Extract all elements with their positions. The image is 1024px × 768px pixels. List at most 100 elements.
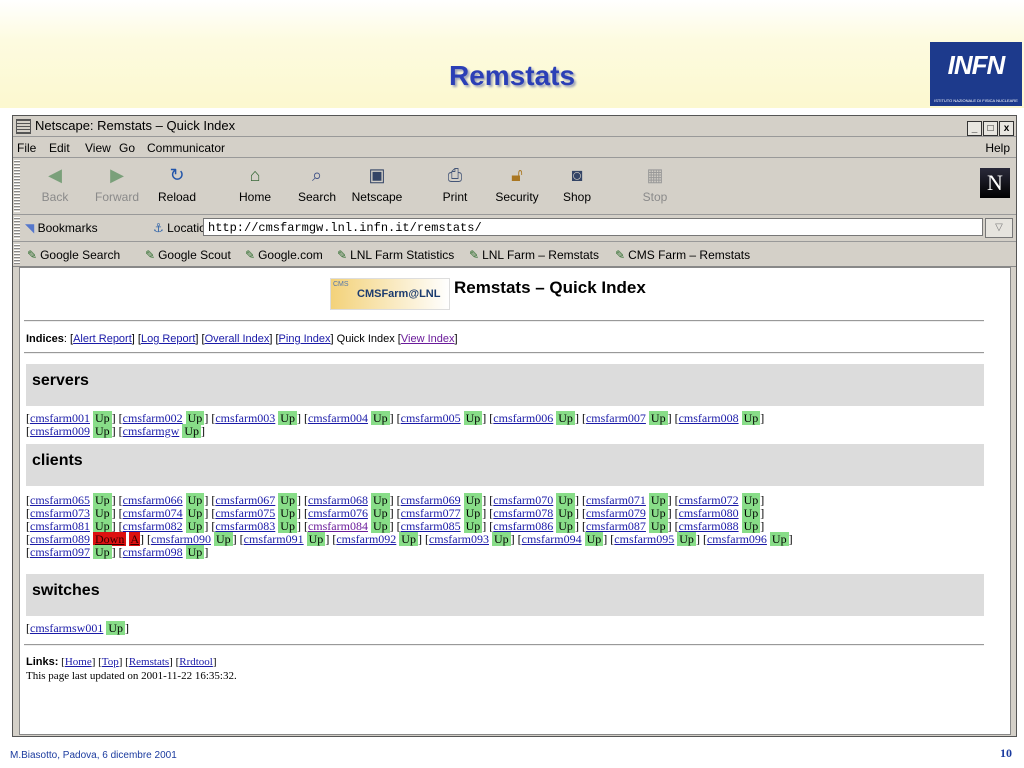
remstats-link[interactable]: Remstats	[129, 656, 169, 668]
host-link[interactable]: cmsfarm071	[586, 493, 646, 507]
alert-badge[interactable]: A	[129, 532, 140, 546]
menu-file[interactable]: File	[17, 141, 36, 155]
menu-communicator[interactable]: Communicator	[147, 141, 225, 155]
back-button[interactable]: ◀ Back	[27, 162, 83, 210]
bookmark-google-search[interactable]: ✎ Google Search	[27, 248, 120, 262]
host-link[interactable]: cmsfarm077	[401, 506, 461, 520]
host-link[interactable]: cmsfarm069	[401, 493, 461, 507]
host-link[interactable]: cmsfarm095	[614, 532, 674, 546]
security-button[interactable]: 🔓︎ Security	[489, 162, 545, 210]
host-link[interactable]: cmsfarm003	[215, 411, 275, 425]
page-content[interactable]: CMS CMSFarm@LNL Remstats – Quick Index I…	[19, 267, 1011, 735]
bookmark-google-scout[interactable]: ✎ Google Scout	[145, 248, 231, 262]
stop-button[interactable]: ▦ Stop	[627, 162, 683, 210]
host-link[interactable]: cmsfarm083	[215, 519, 275, 533]
host-link[interactable]: cmsfarmsw001	[30, 621, 103, 635]
location-grip[interactable]	[14, 217, 20, 239]
menu-help[interactable]: Help	[985, 141, 1010, 155]
menu-edit[interactable]: Edit	[49, 141, 70, 155]
host-link[interactable]: cmsfarm067	[215, 493, 275, 507]
url-dropdown-button[interactable]: ▽	[985, 218, 1013, 238]
shop-button[interactable]: ◙ Shop	[549, 162, 605, 210]
overall-index-link[interactable]: Overall Index	[205, 333, 270, 345]
bookmarks-button[interactable]: ◥ Bookmarks	[25, 221, 98, 235]
window-menu-icon[interactable]	[16, 119, 31, 134]
home-link[interactable]: Home	[65, 656, 92, 668]
host-link[interactable]: cmsfarm097	[30, 545, 90, 559]
host-link[interactable]: cmsfarm075	[215, 506, 275, 520]
host-link[interactable]: cmsfarm085	[401, 519, 461, 533]
bookmark-google-com[interactable]: ✎ Google.com	[245, 248, 323, 262]
host-link[interactable]: cmsfarm066	[123, 493, 183, 507]
host-link[interactable]: cmsfarm074	[123, 506, 183, 520]
minimize-button[interactable]: _	[967, 121, 982, 136]
bookmark-lnl-farm-remstats[interactable]: ✎ LNL Farm – Remstats	[469, 248, 599, 262]
host-entry: [cmsfarm068 Up]	[303, 493, 397, 507]
host-link[interactable]: cmsfarm004	[308, 411, 368, 425]
host-link[interactable]: cmsfarm096	[707, 532, 767, 546]
host-link[interactable]: cmsfarm088	[679, 519, 739, 533]
view-index-link[interactable]: View Index	[401, 333, 455, 345]
host-link[interactable]: cmsfarm090	[151, 532, 211, 546]
status-badge-down[interactable]: Down	[92, 532, 127, 546]
home-button[interactable]: ⌂ Home	[227, 162, 283, 210]
print-button[interactable]: ⎙ Print	[427, 162, 483, 210]
personal-toolbar: ✎ Google Search ✎ Google Scout ✎ Google.com…	[13, 242, 1016, 267]
status-badge: Up	[185, 493, 205, 507]
close-button[interactable]: x	[999, 121, 1014, 136]
host-link[interactable]: cmsfarm092	[336, 532, 396, 546]
host-link[interactable]: cmsfarm076	[308, 506, 368, 520]
host-link[interactable]: cmsfarm079	[586, 506, 646, 520]
status-badge: Up	[92, 424, 112, 438]
url-input[interactable]: http://cmsfarmgw.lnl.infn.it/remstats/	[203, 218, 983, 236]
netscape-button[interactable]: ▣ Netscape	[349, 162, 405, 210]
menu-view[interactable]: View	[85, 141, 111, 155]
servers-list: [cmsfarm001 Up] [cmsfarm002 Up] [cmsfarm…	[26, 411, 764, 438]
host-link[interactable]: cmsfarm005	[401, 411, 461, 425]
host-link[interactable]: cmsfarm078	[493, 506, 553, 520]
bookmark-cms-farm-remstats[interactable]: ✎ CMS Farm – Remstats	[615, 248, 750, 262]
log-report-link[interactable]: Log Report	[141, 333, 195, 345]
host-link[interactable]: cmsfarm094	[522, 532, 582, 546]
alert-report-link[interactable]: Alert Report	[73, 333, 132, 345]
host-link[interactable]: cmsfarm009	[30, 424, 90, 438]
menu-go[interactable]: Go	[119, 141, 135, 155]
rrdtool-link[interactable]: Rrdtool	[179, 656, 213, 668]
host-link[interactable]: cmsfarm070	[493, 493, 553, 507]
host-link[interactable]: cmsfarm098	[123, 545, 183, 559]
host-link[interactable]: cmsfarm002	[123, 411, 183, 425]
host-link[interactable]: cmsfarm081	[30, 519, 90, 533]
host-entry: [cmsfarm084 Up]	[303, 519, 397, 533]
host-link[interactable]: cmsfarm065	[30, 493, 90, 507]
status-badge: Up	[185, 411, 205, 425]
top-link[interactable]: Top	[102, 656, 119, 668]
host-link[interactable]: cmsfarm068	[308, 493, 368, 507]
forward-button[interactable]: ▶ Forward	[89, 162, 145, 210]
host-link[interactable]: cmsfarm082	[123, 519, 183, 533]
host-link[interactable]: cmsfarm089	[30, 532, 90, 546]
bookmark-lnl-farm-statistics[interactable]: ✎ LNL Farm Statistics	[337, 248, 454, 262]
host-link[interactable]: cmsfarm084	[308, 519, 368, 533]
toolbar-grip[interactable]	[14, 160, 20, 212]
host-link[interactable]: cmsfarm080	[679, 506, 739, 520]
host-link[interactable]: cmsfarm006	[493, 411, 553, 425]
host-entry: [cmsfarm094 Up]	[517, 532, 611, 546]
reload-button[interactable]: ↻ Reload	[149, 162, 205, 210]
host-link[interactable]: cmsfarm007	[586, 411, 646, 425]
host-link[interactable]: cmsfarm087	[586, 519, 646, 533]
maximize-button[interactable]: □	[983, 121, 998, 136]
host-link[interactable]: cmsfarm091	[244, 532, 304, 546]
netscape-throbber-icon[interactable]: N	[980, 168, 1010, 198]
host-link[interactable]: cmsfarm001	[30, 411, 90, 425]
status-badge: Up	[584, 532, 604, 546]
host-link[interactable]: cmsfarm072	[679, 493, 739, 507]
host-link[interactable]: cmsfarm093	[429, 532, 489, 546]
search-button[interactable]: ⌕ Search	[289, 162, 345, 210]
host-link[interactable]: cmsfarm008	[679, 411, 739, 425]
host-link[interactable]: cmsfarm073	[30, 506, 90, 520]
personal-grip[interactable]	[14, 244, 20, 264]
last-updated: This page last updated on 2001-11-22 16:…	[26, 670, 237, 682]
ping-index-link[interactable]: Ping Index	[279, 333, 331, 345]
host-link[interactable]: cmsfarm086	[493, 519, 553, 533]
host-link[interactable]: cmsfarmgw	[123, 424, 180, 438]
